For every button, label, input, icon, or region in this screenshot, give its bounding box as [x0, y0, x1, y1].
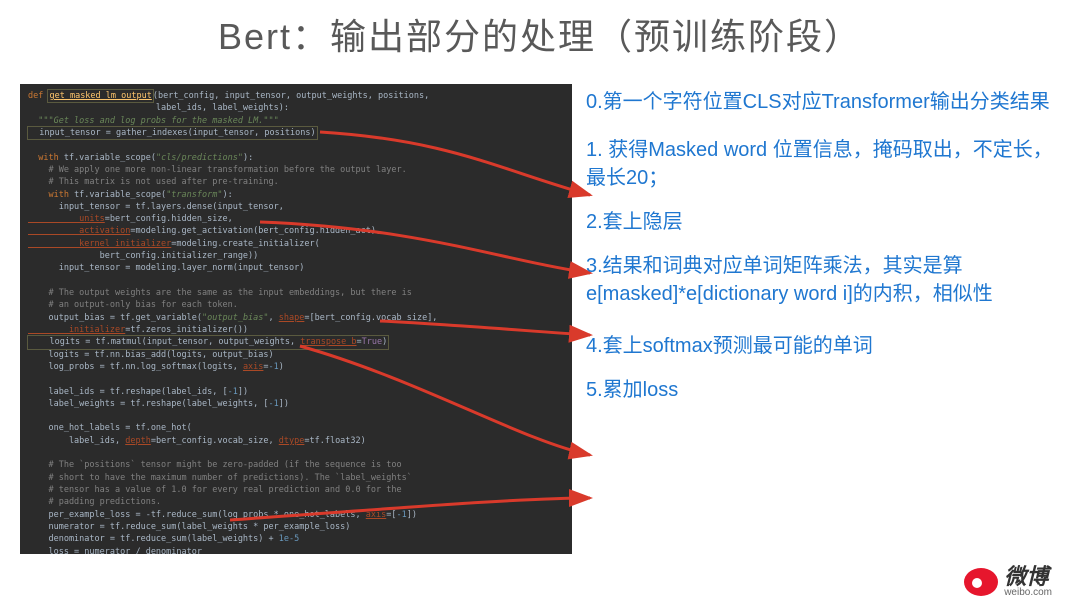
annotation-4: 4.套上softmax预测最可能的单词 [586, 332, 1060, 360]
gather-line: input_tensor = gather_indexes(input_tens… [28, 127, 317, 139]
pel2: axis [366, 510, 386, 520]
docstring: """Get loss and log probs for the masked… [28, 116, 279, 126]
ob1: output_bias = tf.get_variable( [28, 313, 202, 323]
annotation-list: 0.第一个字符位置CLS对应Transformer输出分类结果 1. 获得Mas… [586, 84, 1060, 420]
sm5: ) [279, 362, 284, 372]
scope2c: ): [222, 190, 232, 200]
r1c: ]) [238, 387, 248, 397]
c2: # This matrix is not used after pre-trai… [28, 177, 279, 187]
oh2a: label_ids, [28, 436, 125, 446]
scope1a: tf.variable_scope( [64, 153, 156, 163]
weibo-en: weibo.com [1004, 588, 1052, 598]
annotation-5: 5.累加loss [586, 376, 1060, 404]
units-k: units [28, 214, 105, 224]
c1: # We apply one more non-linear transform… [28, 165, 407, 175]
scope2b: "transform" [166, 190, 222, 200]
den2: 1e-5 [279, 534, 299, 544]
sm2: axis [243, 362, 263, 372]
den1: denominator = tf.reduce_sum(label_weight… [28, 534, 279, 544]
pel1: per_example_loss = -tf.reduce_sum(log_pr… [28, 510, 366, 520]
func-name: get_masked_lm_output [48, 90, 152, 102]
sm4: -1 [269, 362, 279, 372]
mm4: True [362, 337, 382, 347]
weibo-logo: 微博 weibo.com [964, 566, 1052, 598]
mm2: transpose_b [300, 337, 356, 347]
code-block: def get_masked_lm_output(bert_config, in… [20, 84, 572, 554]
r1a: label_ids = tf.reshape(label_ids, [ [28, 387, 228, 397]
ki-k: kernel_initializer [28, 239, 171, 249]
scope1c: ): [243, 153, 253, 163]
units-v: =bert_config.hidden_size, [105, 214, 233, 224]
dense1: input_tensor = tf.layers.dense(input_ten… [28, 202, 284, 212]
loss-line: loss = numerator / denominator [28, 547, 202, 554]
oh2e: =tf.float32) [304, 436, 365, 446]
ki-v: =modeling.create_initializer( [171, 239, 319, 249]
ob5: =[bert_config.vocab_size], [304, 313, 437, 323]
annotation-2: 2.套上隐层 [586, 208, 1060, 236]
pel4: -1 [397, 510, 407, 520]
mm5: ) [382, 337, 387, 347]
ob3: , [269, 313, 279, 323]
scope2a: tf.variable_scope( [74, 190, 166, 200]
kw-with2: with [28, 190, 74, 200]
params1: (bert_config, input_tensor, output_weigh… [153, 91, 429, 101]
scope1b: "cls/predictions" [156, 153, 243, 163]
kw-def: def [28, 91, 48, 101]
c7: # tensor has a value of 1.0 for every re… [28, 485, 402, 495]
ki-v2: bert_config.initializer_range)) [28, 251, 258, 261]
weibo-eye-icon [964, 568, 998, 596]
oh1: one_hot_labels = tf.one_hot( [28, 423, 192, 433]
sm1: log_probs = tf.nn.log_softmax(logits, [28, 362, 243, 372]
ob4: shape [279, 313, 305, 323]
r2b: -1 [269, 399, 279, 409]
annotation-1: 1. 获得Masked word 位置信息，掩码取出，不定长，最长20； [586, 136, 1060, 192]
c6: # short to have the maximum number of pr… [28, 473, 412, 483]
act-k: activation [28, 226, 130, 236]
r1b: -1 [228, 387, 238, 397]
kw-with1: with [28, 153, 64, 163]
r2a: label_weights = tf.reshape(label_weights… [28, 399, 269, 409]
annotation-0: 0.第一个字符位置CLS对应Transformer输出分类结果 [586, 88, 1060, 116]
pel5: ]) [407, 510, 417, 520]
weibo-cn: 微博 [1004, 566, 1052, 588]
c8: # padding predictions. [28, 497, 161, 507]
c4: # an output-only bias for each token. [28, 300, 238, 310]
c5: # The `positions` tensor might be zero-p… [28, 460, 402, 470]
mm1: logits = tf.matmul(input_tensor, output_… [29, 337, 300, 347]
init-k: initializer [28, 325, 125, 335]
oh2b: depth [125, 436, 151, 446]
ba: logits = tf.nn.bias_add(logits, output_b… [28, 350, 274, 360]
act-v: =modeling.get_activation(bert_config.hid… [130, 226, 381, 236]
ln: input_tensor = modeling.layer_norm(input… [28, 263, 304, 273]
ob2: "output_bias" [202, 313, 269, 323]
annotation-3: 3.结果和词典对应单词矩阵乘法，其实是算e[masked]*e[dictiona… [586, 252, 1060, 308]
pel3: =[ [386, 510, 396, 520]
num-line: numerator = tf.reduce_sum(label_weights … [28, 522, 350, 532]
r2c: ]) [279, 399, 289, 409]
params2: label_ids, label_weights): [28, 103, 289, 113]
c3: # The output weights are the same as the… [28, 288, 412, 298]
init-v: =tf.zeros_initializer()) [125, 325, 248, 335]
oh2d: dtype [279, 436, 305, 446]
oh2c: =bert_config.vocab_size, [151, 436, 279, 446]
slide-title: Bert：输出部分的处理（预训练阶段） [0, 8, 1080, 60]
